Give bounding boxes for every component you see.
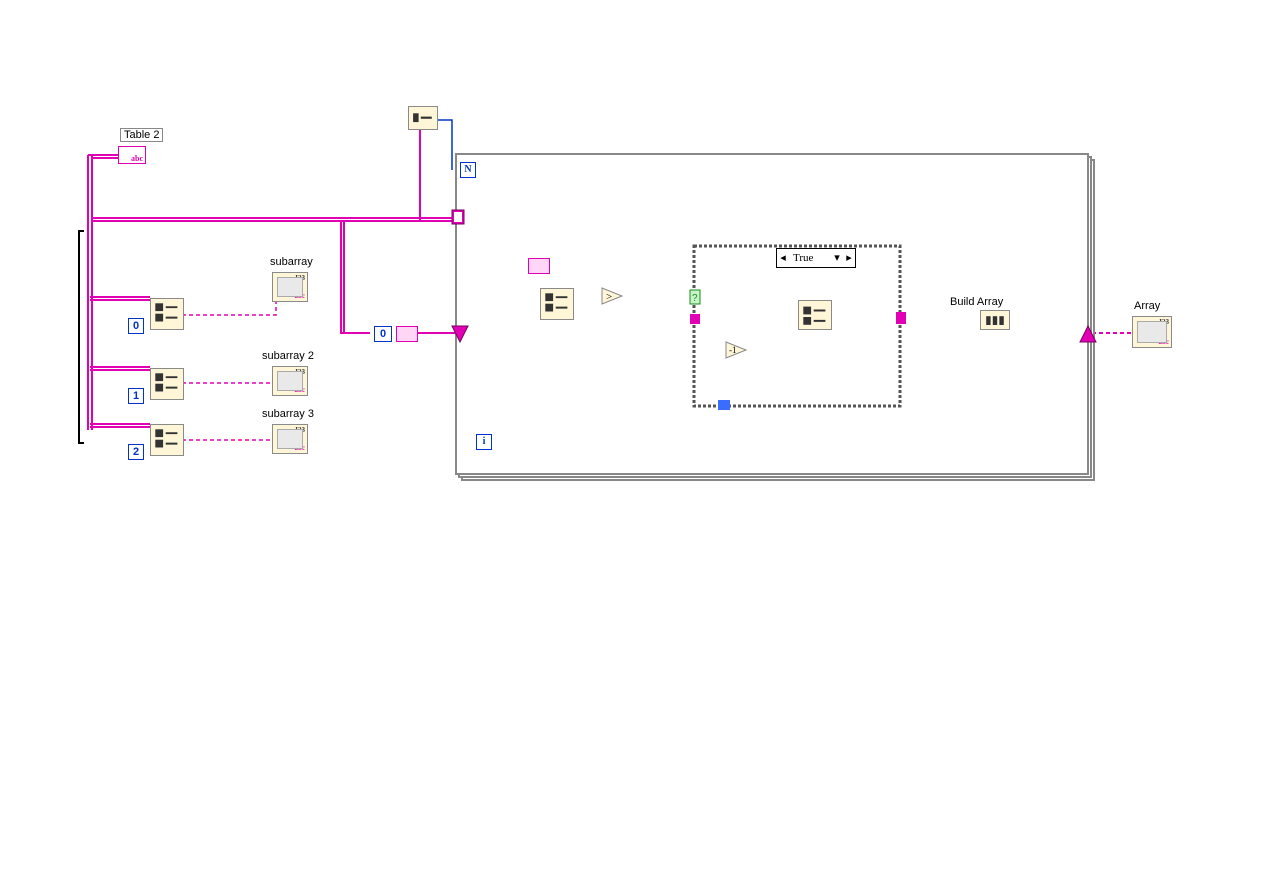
indicator-array[interactable]: I23 abc [1132,316,1172,348]
svg-text:?: ? [692,293,698,304]
case-value: True [789,251,831,265]
decrement-node[interactable]: -1 [724,340,744,360]
case-prev-arrow-icon[interactable]: ◂ [777,251,789,265]
array-replace-icon [802,304,828,327]
case-selector[interactable]: ◂ True ▾ ▸ [776,248,856,268]
string-type-glyph: abc [1159,338,1170,347]
label-array: Array [1134,300,1160,312]
case-next-arrow-icon[interactable]: ▸ [843,251,855,265]
numeric-type-glyph: I23 [1159,319,1169,326]
minus-one-glyph: -1 [729,345,737,355]
case-dropdown-arrow-icon[interactable]: ▾ [831,251,843,265]
build-array-node[interactable] [980,310,1010,330]
case-structure[interactable]: ? [0,0,1274,878]
replace-array-element-node[interactable] [798,300,832,330]
build-array-icon [984,314,1006,327]
label-build-array: Build Array [950,296,1003,308]
